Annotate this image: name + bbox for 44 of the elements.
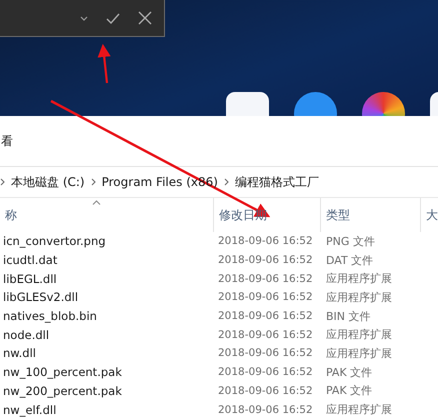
type-cell-text: 应用程序扩展 bbox=[325, 346, 393, 361]
type-cell-text: PNG 文件 bbox=[325, 234, 376, 249]
arrow-annotation bbox=[98, 44, 111, 84]
column-header[interactable]: 大 bbox=[420, 198, 438, 232]
file-name-cell[interactable]: natives_blob.bin bbox=[0, 309, 215, 324]
file-name-cell[interactable]: icudtl.dat bbox=[0, 253, 215, 268]
date-cell-text: 2018-09-06 16:52 bbox=[217, 272, 314, 285]
file-name-cell[interactable]: nw_200_percent.pak bbox=[0, 384, 215, 398]
type-cell-text: PAK 文件 bbox=[325, 383, 374, 398]
chevron-right-icon bbox=[0, 178, 5, 186]
date-cell-text: 2018-09-06 16:52 bbox=[217, 384, 314, 397]
toolbar-label[interactable]: 看 bbox=[1, 132, 13, 150]
type-cell-text: PAK 文件 bbox=[325, 364, 374, 380]
date-cell-text: 2018-09-06 16:52 bbox=[217, 235, 314, 248]
file-name-cell[interactable]: nw_elf.dll bbox=[0, 402, 215, 417]
close-icon[interactable] bbox=[138, 11, 152, 25]
file-name-cell[interactable]: libEGL.dll bbox=[0, 272, 215, 286]
file-name-cell[interactable]: nw_100_percent.pak bbox=[0, 365, 215, 380]
sort-caret-icon bbox=[92, 200, 101, 205]
date-cell-text: 2018-09-06 16:52 bbox=[217, 366, 314, 378]
type-cell-text: DAT 文件 bbox=[325, 252, 374, 268]
file-name-cell[interactable]: nw.dll bbox=[0, 346, 215, 360]
chevron-down-icon[interactable] bbox=[80, 16, 88, 20]
column-header[interactable]: 类型 bbox=[320, 198, 420, 232]
type-cell-text: 应用程序扩展 bbox=[325, 271, 393, 286]
file-name-cell[interactable]: node.dll bbox=[0, 328, 215, 342]
type-cell-text: 应用程序扩展 bbox=[325, 402, 393, 418]
type-cell-text: BIN 文件 bbox=[325, 308, 372, 324]
date-cell-text: 2018-09-06 16:52 bbox=[217, 404, 314, 416]
checkmark-icon[interactable] bbox=[106, 12, 120, 24]
date-cell-text: 2018-09-06 16:52 bbox=[217, 254, 314, 266]
file-name-cell[interactable]: libGLESv2.dll bbox=[0, 290, 215, 304]
chevron-right-icon bbox=[224, 178, 229, 186]
column-header[interactable]: 称 bbox=[0, 198, 213, 232]
date-cell-text: 2018-09-06 16:52 bbox=[217, 310, 314, 322]
file-name-cell[interactable]: icn_convertor.png bbox=[0, 234, 215, 248]
type-cell-text: 应用程序扩展 bbox=[325, 290, 393, 305]
date-cell-text: 2018-09-06 16:52 bbox=[217, 328, 314, 341]
breadcrumb-item[interactable]: 编程猫格式工厂 bbox=[234, 174, 319, 190]
date-cell-text: 2018-09-06 16:52 bbox=[217, 347, 314, 360]
breadcrumb-item[interactable]: 本地磁盘 (C:) bbox=[11, 174, 85, 190]
chevron-right-icon bbox=[90, 178, 96, 186]
date-cell-text: 2018-09-06 16:52 bbox=[217, 291, 314, 304]
type-cell-text: 应用程序扩展 bbox=[325, 327, 393, 342]
